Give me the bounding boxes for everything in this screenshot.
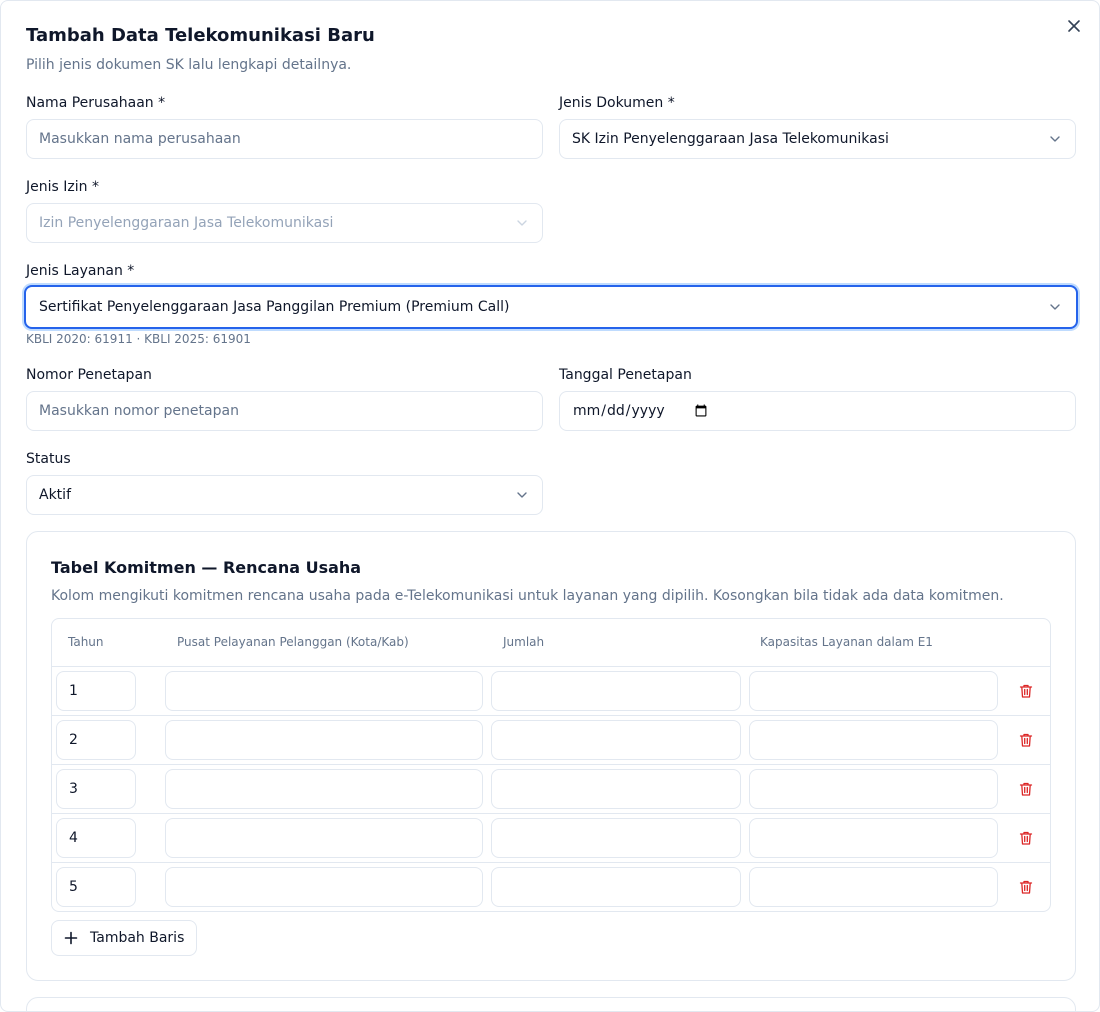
jenis-dokumen-select[interactable]: SK Izin Penyelenggaraan Jasa Telekomunik… [559,119,1076,159]
table-header: Tahun Pusat Pelayanan Pelanggan (Kota/Ka… [52,619,1050,667]
trash-icon[interactable] [1018,830,1034,846]
status-label: Status [26,451,71,467]
chevron-down-icon [517,492,527,498]
chevron-down-icon [1050,136,1060,142]
tahun-input[interactable] [56,769,136,809]
table-row [52,863,1050,911]
pusat-pelayanan-input[interactable] [165,671,483,711]
column-header-jumlah: Jumlah [503,635,545,649]
column-header-kapasitas: Kapasitas Layanan dalam E1 [760,635,933,649]
pusat-pelayanan-input[interactable] [165,720,483,760]
add-telecom-dialog: Tambah Data Telekomunikasi Baru Pilih je… [0,0,1100,1012]
jenis-layanan-select[interactable]: Sertifikat Penyelenggaraan Jasa Panggila… [24,285,1078,329]
tahun-input[interactable] [56,720,136,760]
table-row [52,814,1050,863]
jumlah-input[interactable] [491,720,741,760]
jumlah-input[interactable] [491,867,741,907]
kbli-hint: KBLI 2020: 61911 · KBLI 2025: 61901 [26,332,251,346]
nama-perusahaan-label: Nama Perusahaan * [26,95,166,111]
close-icon[interactable] [1065,17,1083,35]
trash-icon[interactable] [1018,732,1034,748]
komitmen-title: Tabel Komitmen — Rencana Usaha [51,558,362,577]
column-header-pusat: Pusat Pelayanan Pelanggan (Kota/Kab) [177,635,409,649]
column-header-tahun: Tahun [68,635,104,649]
jenis-izin-value: Izin Penyelenggaraan Jasa Telekomunikasi [39,215,334,231]
jumlah-input[interactable] [491,671,741,711]
trash-icon[interactable] [1018,781,1034,797]
nama-perusahaan-input[interactable] [26,119,543,159]
tahun-input[interactable] [56,867,136,907]
jenis-dokumen-label: Jenis Dokumen * [559,95,675,111]
nomor-penetapan-input[interactable] [26,391,543,431]
add-row-label: Tambah Baris [90,930,185,946]
tahun-input[interactable] [56,818,136,858]
table-row [52,667,1050,716]
jumlah-input[interactable] [491,818,741,858]
nomor-penetapan-label: Nomor Penetapan [26,367,152,383]
kapasitas-input[interactable] [749,671,998,711]
pusat-pelayanan-input[interactable] [165,818,483,858]
jenis-layanan-value: Sertifikat Penyelenggaraan Jasa Panggila… [39,299,510,315]
kapasitas-input[interactable] [749,818,998,858]
status-value: Aktif [39,487,71,503]
jenis-layanan-label: Jenis Layanan * [26,263,135,279]
dialog-subtitle: Pilih jenis dokumen SK lalu lengkapi det… [26,57,352,73]
komitmen-description: Kolom mengikuti komitmen rencana usaha p… [51,588,1004,604]
tanggal-penetapan-input[interactable] [559,391,1076,431]
jenis-izin-select: Izin Penyelenggaraan Jasa Telekomunikasi [26,203,543,243]
plus-icon [64,931,78,945]
jenis-izin-label: Jenis Izin * [26,179,99,195]
pusat-pelayanan-input[interactable] [165,867,483,907]
pusat-pelayanan-input[interactable] [165,769,483,809]
chevron-down-icon [1050,304,1060,310]
table-row [52,716,1050,765]
trash-icon[interactable] [1018,879,1034,895]
kapasitas-input[interactable] [749,769,998,809]
jumlah-input[interactable] [491,769,741,809]
chevron-down-icon [517,220,527,226]
tanggal-penetapan-label: Tanggal Penetapan [559,367,692,383]
next-section-card [26,997,1076,1011]
tahun-input[interactable] [56,671,136,711]
dialog-title: Tambah Data Telekomunikasi Baru [26,25,375,46]
add-row-button[interactable]: Tambah Baris [51,920,198,956]
komitmen-card: Tabel Komitmen — Rencana Usaha Kolom men… [26,531,1076,981]
kapasitas-input[interactable] [749,867,998,907]
trash-icon[interactable] [1018,683,1034,699]
kapasitas-input[interactable] [749,720,998,760]
status-select[interactable]: Aktif [26,475,543,515]
jenis-dokumen-value: SK Izin Penyelenggaraan Jasa Telekomunik… [572,131,889,147]
table-row [52,765,1050,814]
komitmen-table: Tahun Pusat Pelayanan Pelanggan (Kota/Ka… [51,618,1051,912]
